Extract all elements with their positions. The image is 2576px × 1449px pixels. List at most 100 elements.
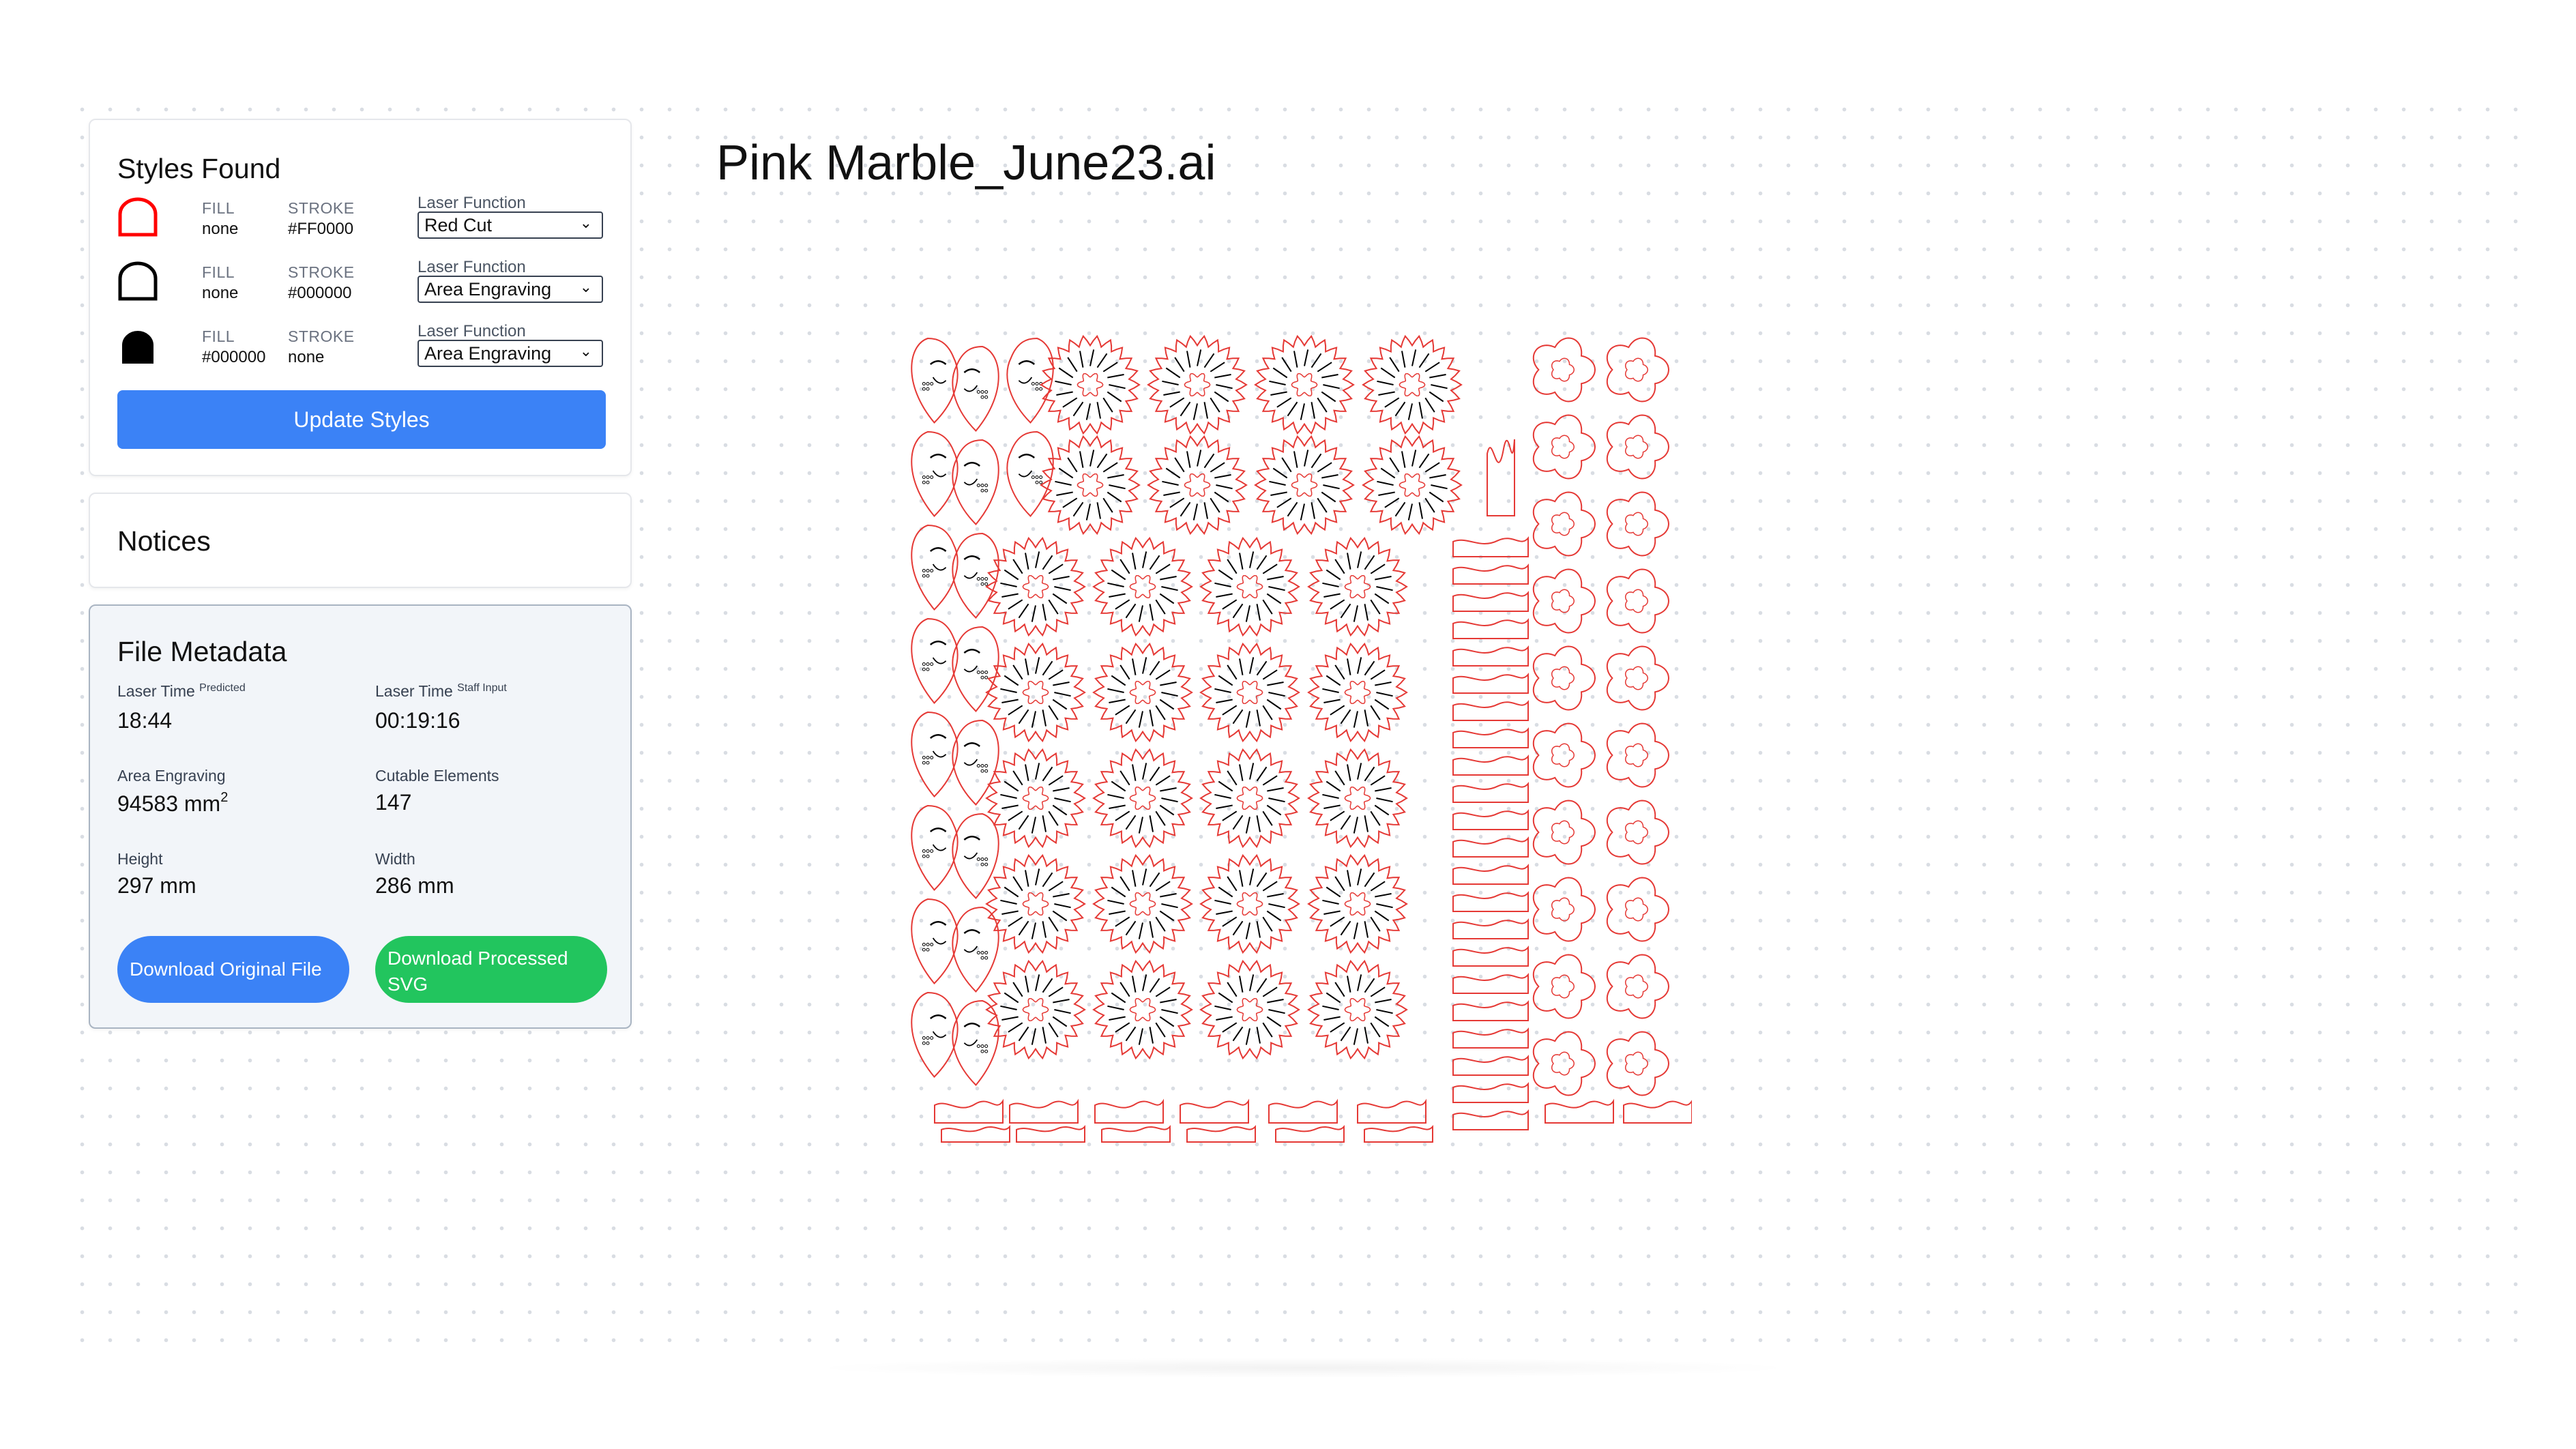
face-dot xyxy=(926,569,930,572)
medallion-engrave-line xyxy=(1214,793,1231,799)
strip-outline xyxy=(1452,727,1529,748)
medallion-engrave-line xyxy=(1012,770,1023,786)
medallion-engrave-line xyxy=(1322,688,1339,693)
medallion-engrave-line xyxy=(1267,999,1284,1004)
flower-center xyxy=(1624,897,1649,922)
medallion-engrave-line xyxy=(1155,775,1171,786)
medallion-engrave-line xyxy=(1364,978,1375,993)
medallion-engrave-line xyxy=(1132,764,1137,781)
chevron-down-icon: ⌄ xyxy=(579,214,592,231)
medallion-engrave-line xyxy=(1054,797,1071,803)
download-processed-svg-button[interactable]: Download Processed SVG xyxy=(375,936,607,1003)
medallion-engrave-line xyxy=(1222,1022,1238,1033)
face-dot xyxy=(930,1036,934,1040)
medallion-engrave-line xyxy=(1321,491,1336,503)
medallion-engrave-line xyxy=(1322,582,1339,587)
medallion-engrave-line xyxy=(1025,976,1029,993)
flower-outline xyxy=(1606,414,1670,480)
face-dot xyxy=(984,577,989,581)
face-dot xyxy=(984,951,989,954)
face-eye xyxy=(930,641,947,645)
face-eye xyxy=(963,742,980,747)
laser-time-staff-label: Laser Time Staff Input xyxy=(375,682,507,700)
face-dot xyxy=(984,390,989,394)
face-outline xyxy=(911,524,958,611)
medallion-engrave-line xyxy=(1232,603,1244,619)
medallion-engrave-line xyxy=(1268,903,1285,909)
medallion-engrave-line xyxy=(1107,474,1124,479)
strip-outline xyxy=(1452,645,1529,667)
laser-function-select[interactable]: Red Cut ⌄ xyxy=(418,211,603,239)
medallion-engrave-line xyxy=(1364,766,1375,782)
medallion-outline xyxy=(1199,536,1300,637)
medallion-engrave-line xyxy=(1216,804,1233,809)
laser-function-select[interactable]: Area Engraving ⌄ xyxy=(418,276,603,303)
face-dot xyxy=(976,484,980,487)
medallion-engrave-line xyxy=(1048,775,1064,786)
medallion-engrave-line xyxy=(1357,657,1362,674)
medallion-center xyxy=(1129,574,1156,599)
medallion-engrave-line xyxy=(1159,804,1175,816)
medallion-engrave-line xyxy=(1323,593,1341,598)
medallion-engrave-line xyxy=(1111,780,1126,792)
medallion-engrave-line xyxy=(1353,605,1358,622)
medallion-engrave-line xyxy=(1054,903,1071,909)
width-label: Width xyxy=(375,850,415,868)
medallion-engrave-line xyxy=(1160,999,1177,1004)
medallion-engrave-line xyxy=(1317,497,1328,513)
medallion-engrave-line xyxy=(1323,804,1341,809)
laser-function-select[interactable]: Area Engraving ⌄ xyxy=(418,340,603,367)
face-lip xyxy=(1018,470,1033,478)
area-engraving-label: Area Engraving xyxy=(117,767,226,785)
notices-panel: Notices xyxy=(89,493,632,588)
medallion-engrave-line xyxy=(1119,982,1130,997)
stroke-value: #000000 xyxy=(288,284,352,302)
medallion-engrave-line xyxy=(1389,357,1400,372)
face-outline xyxy=(952,813,999,899)
face-dot xyxy=(930,756,934,759)
medallion-engrave-line xyxy=(1107,899,1124,905)
medallion-center xyxy=(1129,892,1156,916)
medallion-engrave-line xyxy=(1304,349,1309,366)
black-outline-arch-icon xyxy=(118,261,158,301)
medallion-engrave-line xyxy=(1357,868,1362,886)
medallion-engrave-line xyxy=(1048,564,1064,574)
medallion-outline xyxy=(1254,334,1355,435)
file-metadata-panel: File Metadata Laser Time Predicted 18:44… xyxy=(89,604,632,1029)
update-styles-button[interactable]: Update Styles xyxy=(117,390,606,449)
medallion-engrave-line xyxy=(1160,576,1177,581)
medallion-engrave-line xyxy=(1025,553,1029,570)
face-dot xyxy=(926,756,930,759)
medallion-engrave-line xyxy=(1347,553,1351,570)
medallion-engrave-line xyxy=(1162,380,1179,385)
medallion-engrave-line xyxy=(1239,976,1244,993)
flower-outline xyxy=(1606,1031,1670,1096)
medallion-engrave-line xyxy=(1042,1027,1046,1044)
medallion-engrave-line xyxy=(1161,586,1178,591)
strip-outline xyxy=(1452,999,1529,1021)
medallion-engrave-line xyxy=(1321,391,1336,402)
face-dot xyxy=(984,862,989,866)
medallion-engrave-line xyxy=(1347,764,1351,781)
medallion-engrave-line xyxy=(1384,497,1400,508)
medallion-center xyxy=(1344,997,1371,1022)
medallion-engrave-line xyxy=(1054,1009,1071,1014)
face-dot xyxy=(980,1049,984,1053)
face-dot xyxy=(926,948,930,952)
medallion-engrave-line xyxy=(1079,451,1084,468)
medallion-engrave-line xyxy=(1232,815,1244,830)
medallion-engrave-line xyxy=(1364,660,1375,676)
medallion-engrave-line xyxy=(1227,770,1238,786)
face-lip xyxy=(963,1039,978,1046)
medallion-engrave-line xyxy=(1159,910,1175,922)
flower-outline xyxy=(1532,877,1596,942)
flower-center xyxy=(1624,666,1649,690)
flower-center xyxy=(1624,1051,1649,1076)
face-dot xyxy=(922,569,926,572)
medallion-engrave-line xyxy=(1326,675,1341,686)
face-dot xyxy=(984,671,989,674)
download-original-button[interactable]: Download Original File xyxy=(117,936,349,1003)
face-outline xyxy=(911,711,958,797)
face-dot xyxy=(922,854,926,858)
medallion-engrave-line xyxy=(1323,699,1341,703)
